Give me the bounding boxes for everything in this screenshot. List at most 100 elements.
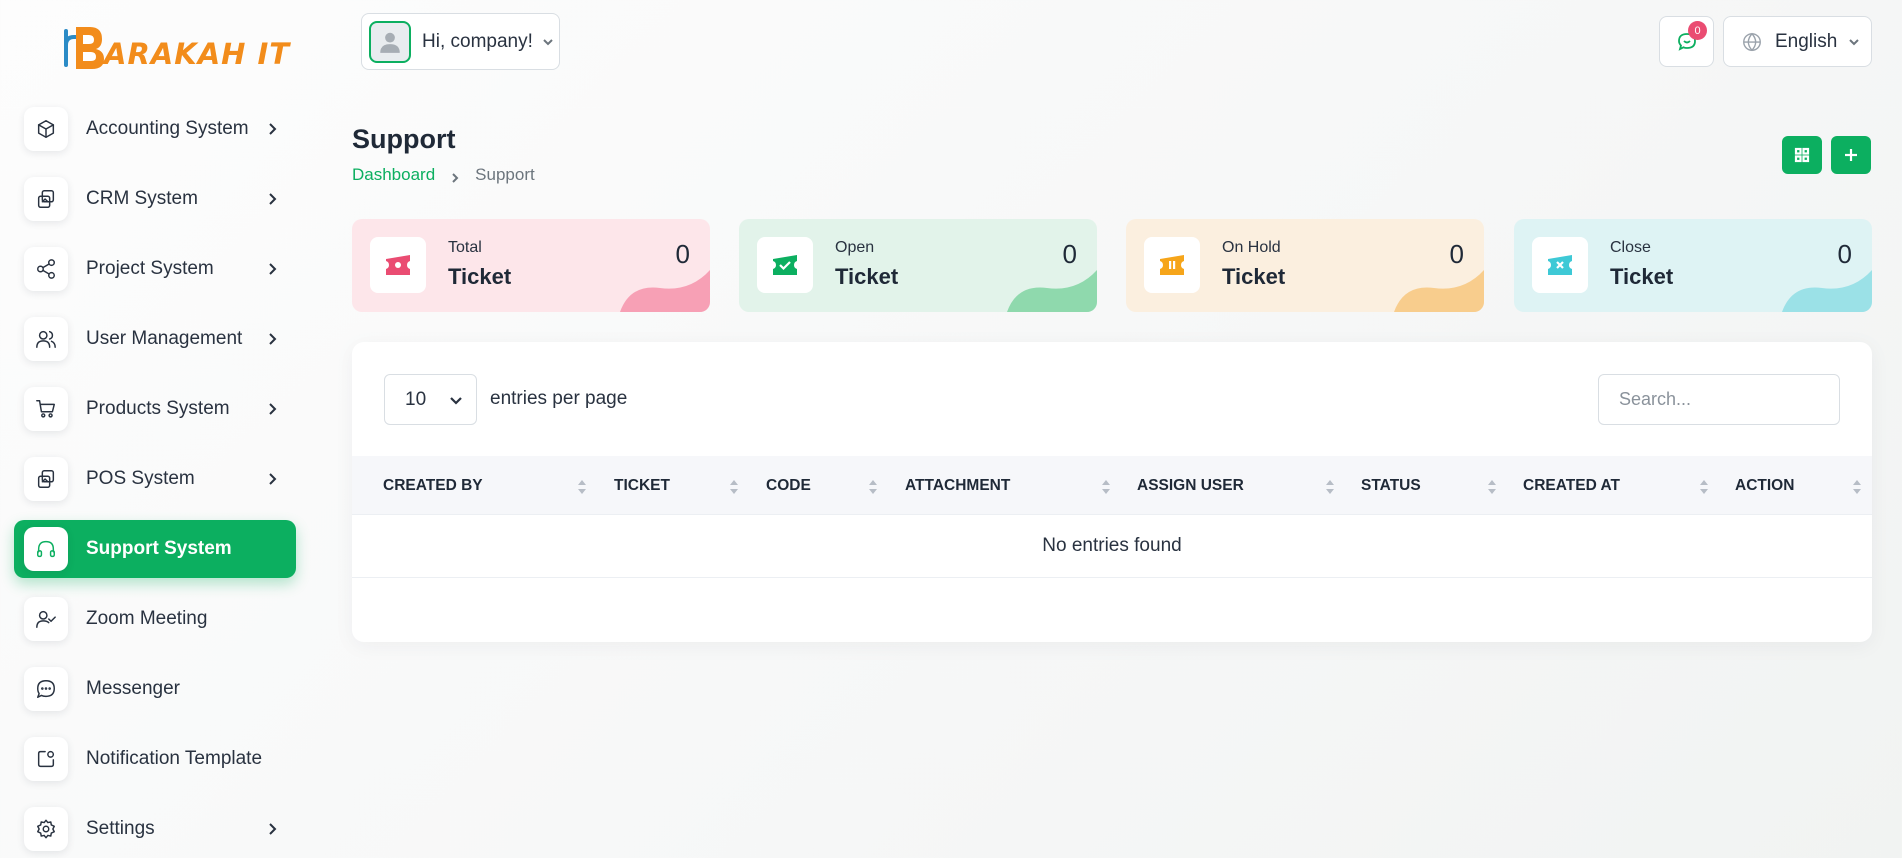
sidebar-item-label: Messenger bbox=[86, 678, 180, 699]
sidebar-item-label: Settings bbox=[86, 818, 155, 839]
search-input[interactable] bbox=[1598, 374, 1840, 425]
entries-per-page-select[interactable]: 10 bbox=[384, 374, 477, 425]
notifications-button[interactable]: 0 bbox=[1659, 16, 1714, 67]
column-header-label: CREATED BY bbox=[383, 476, 483, 494]
sidebar-item-label: Project System bbox=[86, 258, 214, 279]
sidebar-item-notification-template[interactable]: Notification Template bbox=[14, 730, 296, 788]
language-label: English bbox=[1775, 30, 1838, 52]
stat-card-count: 0 bbox=[675, 239, 690, 269]
sidebar-item-label: Notification Template bbox=[86, 748, 263, 769]
sidebar-item-label: Accounting System bbox=[86, 118, 249, 139]
sidebar-item-label: CRM System bbox=[86, 188, 198, 209]
column-header-label: CREATED AT bbox=[1523, 476, 1621, 494]
column-header-code[interactable]: CODE bbox=[766, 456, 811, 515]
stat-card-count: 0 bbox=[1449, 239, 1464, 269]
add-ticket-button[interactable] bbox=[1831, 136, 1871, 174]
stat-card-subtitle: Open bbox=[835, 239, 875, 256]
column-header-action[interactable]: ACTION bbox=[1735, 456, 1794, 515]
chevron-right-icon bbox=[264, 261, 280, 277]
table-empty-row: No entries found bbox=[352, 515, 1872, 578]
stat-card-count: 0 bbox=[1837, 239, 1852, 269]
stat-card-on-hold: On Hold Ticket 0 bbox=[1126, 219, 1484, 312]
stat-card-close: Close Ticket 0 bbox=[1514, 219, 1872, 312]
sort-icon[interactable] bbox=[1325, 478, 1335, 496]
chevron-right-icon bbox=[264, 191, 280, 207]
column-header-status[interactable]: STATUS bbox=[1361, 456, 1421, 515]
layers-icon bbox=[24, 457, 68, 501]
sidebar-item-label: User Management bbox=[86, 328, 243, 349]
chevron-down-icon bbox=[541, 35, 555, 49]
sidebar-item-messenger[interactable]: Messenger bbox=[14, 660, 296, 718]
ticket-check-icon bbox=[757, 237, 813, 293]
stat-card-title: Ticket bbox=[835, 264, 899, 289]
sort-icon[interactable] bbox=[729, 478, 739, 496]
sidebar-nav: Accounting System CRM System Project Sys… bbox=[14, 100, 296, 858]
layers-icon bbox=[24, 177, 68, 221]
user-greeting: Hi, company! bbox=[422, 30, 533, 52]
sidebar-item-crm-system[interactable]: CRM System bbox=[14, 170, 296, 228]
plus-icon bbox=[1845, 149, 1857, 161]
chevron-right-icon bbox=[264, 821, 280, 837]
sidebar-item-settings[interactable]: Settings bbox=[14, 800, 296, 858]
breadcrumb-current: Support bbox=[475, 165, 535, 184]
sort-icon[interactable] bbox=[1101, 478, 1111, 496]
message-icon bbox=[24, 667, 68, 711]
share-icon bbox=[24, 247, 68, 291]
logo-mark-icon bbox=[62, 23, 110, 73]
card-wave-decoration bbox=[1394, 270, 1484, 312]
breadcrumb: Dashboard Support bbox=[352, 165, 535, 185]
stat-card-title: Ticket bbox=[1610, 264, 1674, 289]
sort-icon[interactable] bbox=[1852, 478, 1862, 496]
users-icon bbox=[24, 317, 68, 361]
column-header-label: ASSIGN USER bbox=[1137, 476, 1244, 494]
sidebar-item-label: Zoom Meeting bbox=[86, 608, 208, 629]
sidebar-item-accounting-system[interactable]: Accounting System bbox=[14, 100, 296, 158]
entries-per-page-label: entries per page bbox=[490, 388, 628, 409]
sidebar-item-products-system[interactable]: Products System bbox=[14, 380, 296, 438]
logo-text: ARAKAH IT bbox=[104, 37, 291, 71]
notification-count-badge: 0 bbox=[1688, 21, 1707, 40]
user-check-icon bbox=[24, 597, 68, 641]
ticket-icon bbox=[370, 237, 426, 293]
chevron-right-icon bbox=[264, 401, 280, 417]
sort-icon[interactable] bbox=[1487, 478, 1497, 496]
column-header-created-at[interactable]: CREATED AT bbox=[1523, 456, 1620, 515]
table-header: CREATED BY TICKET CODE ATTACHMENT ASSIGN… bbox=[352, 456, 1872, 515]
card-wave-decoration bbox=[1782, 270, 1872, 312]
grid-view-button[interactable] bbox=[1782, 136, 1822, 174]
stat-card-subtitle: On Hold bbox=[1222, 239, 1281, 256]
sort-icon[interactable] bbox=[1699, 478, 1709, 496]
stat-card-subtitle: Total bbox=[448, 239, 482, 256]
page-title: Support bbox=[352, 124, 456, 154]
ticket-x-icon bbox=[1532, 237, 1588, 293]
column-header-assign-user[interactable]: ASSIGN USER bbox=[1137, 456, 1244, 515]
sidebar-item-label: POS System bbox=[86, 468, 195, 489]
stat-card-subtitle: Close bbox=[1610, 239, 1651, 256]
entries-per-page-value: 10 bbox=[405, 388, 427, 410]
column-header-ticket[interactable]: TICKET bbox=[614, 456, 670, 515]
headphones-icon bbox=[24, 527, 68, 571]
column-header-created-by[interactable]: CREATED BY bbox=[383, 456, 483, 515]
sidebar-item-pos-system[interactable]: POS System bbox=[14, 450, 296, 508]
chevron-down-icon bbox=[1847, 35, 1861, 49]
breadcrumb-dashboard-link[interactable]: Dashboard bbox=[352, 165, 435, 185]
card-wave-decoration bbox=[1007, 270, 1097, 312]
stat-card-total: Total Ticket 0 bbox=[352, 219, 710, 312]
sidebar-item-user-management[interactable]: User Management bbox=[14, 310, 296, 368]
sidebar-item-support-system[interactable]: Support System bbox=[14, 520, 296, 578]
brand-logo[interactable]: ARAKAH IT bbox=[62, 22, 290, 74]
column-header-attachment[interactable]: ATTACHMENT bbox=[905, 456, 1010, 515]
language-selector[interactable]: English bbox=[1723, 16, 1872, 67]
user-menu-dropdown[interactable]: Hi, company! bbox=[361, 13, 560, 70]
gear-icon bbox=[24, 807, 68, 851]
sidebar-item-label: Products System bbox=[86, 398, 230, 419]
sidebar-item-zoom-meeting[interactable]: Zoom Meeting bbox=[14, 590, 296, 648]
column-header-label: ACTION bbox=[1735, 476, 1795, 494]
globe-icon bbox=[1741, 31, 1763, 53]
sort-icon[interactable] bbox=[577, 478, 587, 496]
sidebar-item-project-system[interactable]: Project System bbox=[14, 240, 296, 298]
notification-icon bbox=[24, 737, 68, 781]
sort-icon[interactable] bbox=[868, 478, 878, 496]
box-icon bbox=[24, 107, 68, 151]
ticket-pause-icon bbox=[1144, 237, 1200, 293]
